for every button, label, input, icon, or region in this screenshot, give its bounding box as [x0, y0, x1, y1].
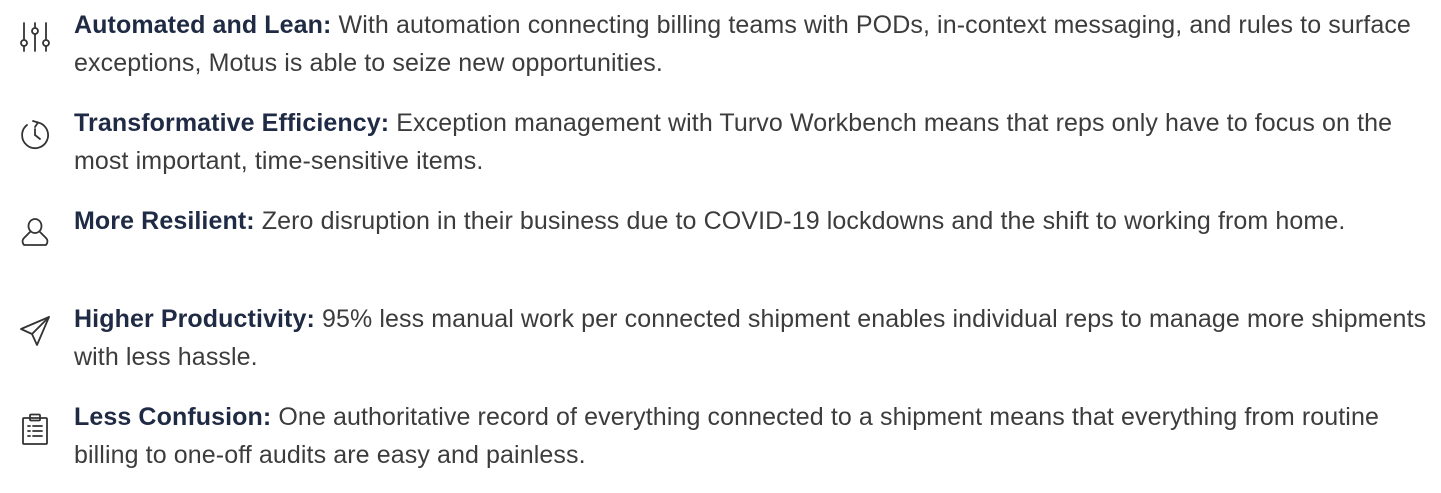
- benefit-title: More Resilient:: [74, 207, 255, 235]
- benefit-text: Higher Productivity: 95% less manual wor…: [74, 300, 1434, 376]
- benefit-title: Transformative Efficiency:: [74, 109, 390, 137]
- benefit-text: Automated and Lean: With automation conn…: [74, 6, 1434, 82]
- benefit-text: Transformative Efficiency: Exception man…: [74, 104, 1434, 180]
- paper-plane-icon: [18, 314, 52, 348]
- sliders-icon: [18, 20, 52, 54]
- benefit-item-confusion: Less Confusion: One authoritative record…: [0, 398, 1441, 488]
- benefit-title: Less Confusion:: [74, 403, 272, 431]
- benefit-title: Higher Productivity:: [74, 305, 315, 333]
- benefit-text: More Resilient: Zero disruption in their…: [74, 202, 1434, 240]
- user-icon: [18, 216, 52, 250]
- clipboard-list-icon: [18, 412, 52, 446]
- benefit-item-resilient: More Resilient: Zero disruption in their…: [0, 202, 1441, 292]
- benefit-item-productivity: Higher Productivity: 95% less manual wor…: [0, 300, 1441, 390]
- benefit-item-efficiency: Transformative Efficiency: Exception man…: [0, 104, 1441, 194]
- clock-refresh-icon: [18, 118, 52, 152]
- benefit-text: Less Confusion: One authoritative record…: [74, 398, 1434, 474]
- benefit-item-automated: Automated and Lean: With automation conn…: [0, 6, 1441, 96]
- benefit-title: Automated and Lean:: [74, 11, 332, 39]
- benefit-description: Zero disruption in their business due to…: [261, 207, 1346, 235]
